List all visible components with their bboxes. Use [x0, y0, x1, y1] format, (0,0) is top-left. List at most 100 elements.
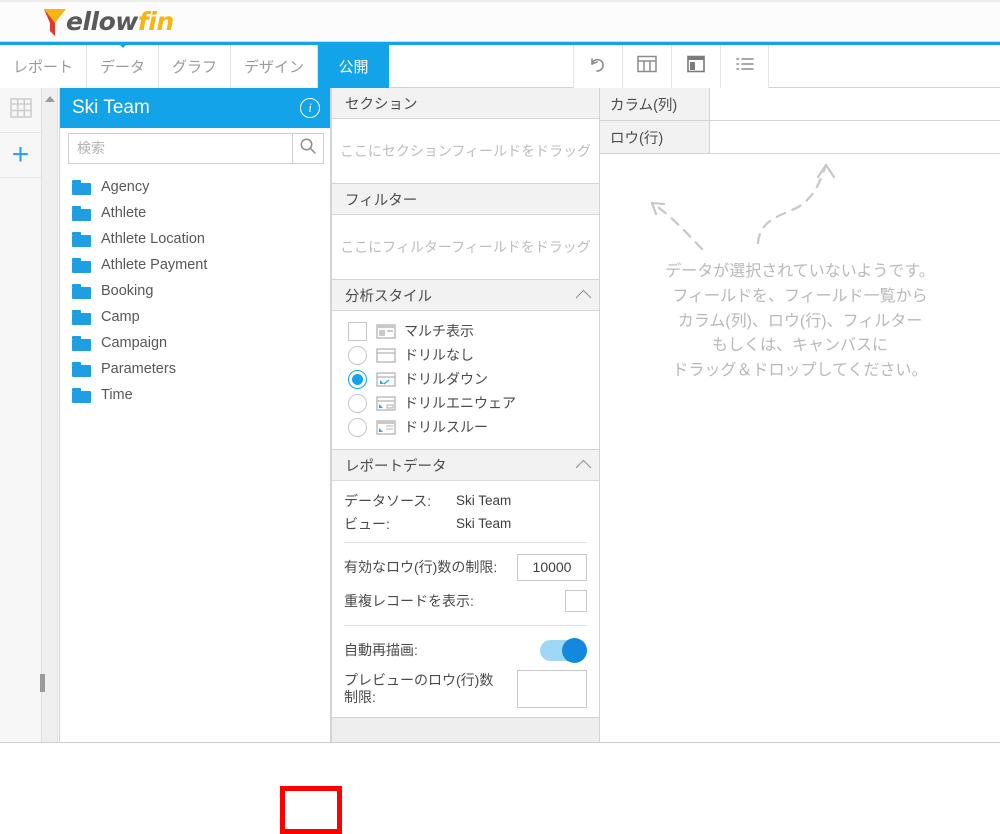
drill-anywhere-label: ドリルエニウェア: [404, 395, 516, 411]
empty-canvas-message-line: ドラッグ＆ドロップしてください。: [672, 362, 928, 380]
chevron-up-icon[interactable]: [575, 459, 592, 475]
row-limit-label: 有効なロウ(行)数の制限:: [344, 559, 498, 575]
tab-data[interactable]: データ: [87, 42, 160, 88]
drill-anywhere-radio[interactable]: [348, 393, 367, 413]
fields-panel-title: Ski Team: [72, 97, 150, 118]
drill-down-label: ドリルダウン: [404, 371, 488, 387]
report-data-card: レポートデータ データソース: Ski Team ビュー: Ski Team 有…: [331, 450, 600, 718]
rows-drop-zone[interactable]: [710, 121, 1000, 153]
empty-canvas-message-line: もしくは、キャンバスに: [711, 337, 888, 355]
drill-down-radio[interactable]: [348, 369, 367, 389]
list-item-label: Campaign: [101, 335, 168, 351]
list-item[interactable]: Agency: [72, 174, 330, 200]
list-item-label: Time: [101, 387, 133, 403]
list-item[interactable]: Campaign: [72, 330, 330, 356]
info-icon[interactable]: i: [300, 98, 320, 118]
section-card: セクション ここにセクションフィールドをドラッグ: [331, 88, 600, 184]
undo-button[interactable]: [573, 45, 622, 88]
preview-limit-input[interactable]: [517, 670, 587, 708]
duplicates-checkbox[interactable]: [565, 590, 587, 612]
section-drop-zone[interactable]: ここにセクションフィールドをドラッグ: [332, 119, 599, 183]
plus-icon: +: [11, 138, 30, 171]
list-item[interactable]: Time: [72, 382, 330, 408]
rail-grid-button[interactable]: [0, 88, 41, 133]
logo-wordmark: ellowfin: [66, 7, 174, 36]
datasource-row: データソース: Ski Team: [332, 489, 599, 512]
toolbar: [573, 45, 769, 88]
list-item-label: Athlete Payment: [101, 257, 208, 273]
search-input[interactable]: [68, 132, 292, 164]
tab-report[interactable]: レポート: [0, 45, 88, 88]
filter-card-header: フィルター: [332, 184, 599, 215]
report-canvas[interactable]: データが選択されていないようです。 フィールドを、フィールド一覧から カラム(列)、…: [600, 155, 1000, 790]
option-drill-anywhere[interactable]: ドリルエニウェア: [332, 391, 599, 415]
tab-design[interactable]: デザイン: [231, 45, 319, 88]
folder-icon: [72, 257, 91, 273]
fields-search-row: [60, 128, 330, 168]
list-item[interactable]: Athlete: [72, 200, 330, 226]
tab-chart-label: グラフ: [172, 59, 218, 76]
list-item[interactable]: Booking: [72, 278, 330, 304]
tab-publish[interactable]: 公開: [318, 45, 390, 88]
scroll-handle[interactable]: [40, 674, 45, 692]
drill-through-glyph-icon: [376, 419, 396, 435]
curved-arrow-right-icon: [742, 155, 857, 255]
multi-display-checkbox[interactable]: [348, 321, 367, 341]
list-item[interactable]: Athlete Location: [72, 226, 330, 252]
tab-chart[interactable]: グラフ: [159, 45, 232, 88]
empty-canvas-message-line: カラム(列)、ロウ(行)、フィルター: [677, 312, 923, 330]
no-drill-radio[interactable]: [348, 345, 367, 365]
bottom-strip: [0, 742, 1000, 834]
rail-add-button[interactable]: +: [0, 133, 41, 178]
list-item[interactable]: Athlete Payment: [72, 252, 330, 278]
fields-panel-header: Ski Team i: [60, 88, 330, 128]
list-item[interactable]: Camp: [72, 304, 330, 330]
option-no-drill[interactable]: ドリルなし: [332, 343, 599, 367]
drill-through-label: ドリルスルー: [404, 419, 488, 435]
analysis-style-card: 分析スタイル マルチ表示 ドリルなし ドリルダウン ドリルエニウェア ドリルスル…: [331, 280, 600, 450]
report-options-column: セクション ここにセクションフィールドをドラッグ フィルター ここにフィルターフ…: [331, 88, 600, 834]
option-drill-down[interactable]: ドリルダウン: [332, 367, 599, 391]
grid-icon: [9, 97, 33, 124]
scroll-up-icon[interactable]: [45, 96, 55, 102]
filter-drop-zone[interactable]: ここにフィルターフィールドをドラッグ: [332, 215, 599, 279]
rows-label: ロウ(行): [600, 121, 710, 153]
columns-drop-zone[interactable]: [710, 88, 1000, 120]
tab-report-label: レポート: [13, 59, 74, 76]
chevron-up-icon[interactable]: [575, 289, 592, 305]
filter-drop-placeholder: ここにフィルターフィールドをドラッグ: [340, 238, 591, 255]
tab-bar: レポート データ グラフ デザイン 公開: [0, 42, 1000, 88]
search-button[interactable]: [292, 132, 324, 164]
curved-arrow-left-icon: [630, 173, 720, 258]
window-top-edge: [0, 0, 1000, 2]
drill-through-radio[interactable]: [348, 417, 367, 437]
logo-bar: ellowfin: [0, 0, 1000, 42]
option-drill-through[interactable]: ドリルスルー: [332, 415, 599, 439]
duplicates-row: 重複レコードを表示:: [332, 584, 599, 618]
yellowfin-report-builder: ellowfin レポート データ グラフ デザイン 公開 + Ski Team…: [0, 0, 1000, 834]
table-view-button[interactable]: [622, 45, 671, 88]
list-item-label: Athlete Location: [101, 231, 205, 247]
folder-icon: [72, 205, 91, 221]
tab-publish-label: 公開: [338, 59, 369, 76]
tab-design-label: デザイン: [244, 59, 305, 76]
analysis-style-header[interactable]: 分析スタイル: [332, 280, 599, 311]
section-card-title: セクション: [345, 96, 418, 113]
report-data-header[interactable]: レポートデータ: [332, 450, 599, 481]
layout-view-button[interactable]: [671, 45, 720, 88]
list-view-button[interactable]: [720, 45, 769, 88]
preview-limit-label: プレビューのロウ(行)数制限:: [344, 671, 494, 706]
list-item[interactable]: Parameters: [72, 356, 330, 382]
duplicates-label: 重複レコードを表示:: [344, 593, 474, 609]
fields-panel: Ski Team i Agency Athlete Athlete Locati…: [59, 88, 331, 788]
fields-scrollbar[interactable]: [40, 88, 58, 834]
section-card-header: セクション: [332, 88, 599, 119]
report-data-body: データソース: Ski Team ビュー: Ski Team 有効なロウ(行)数…: [332, 481, 599, 717]
row-limit-input[interactable]: [517, 553, 587, 581]
autoredraw-toggle[interactable]: [540, 637, 587, 663]
folder-icon: [72, 283, 91, 299]
toggle-knob: [562, 637, 587, 663]
list-item-label: Athlete: [101, 205, 147, 221]
option-multi-display[interactable]: マルチ表示: [332, 319, 599, 343]
datasource-value: Ski Team: [456, 493, 512, 508]
